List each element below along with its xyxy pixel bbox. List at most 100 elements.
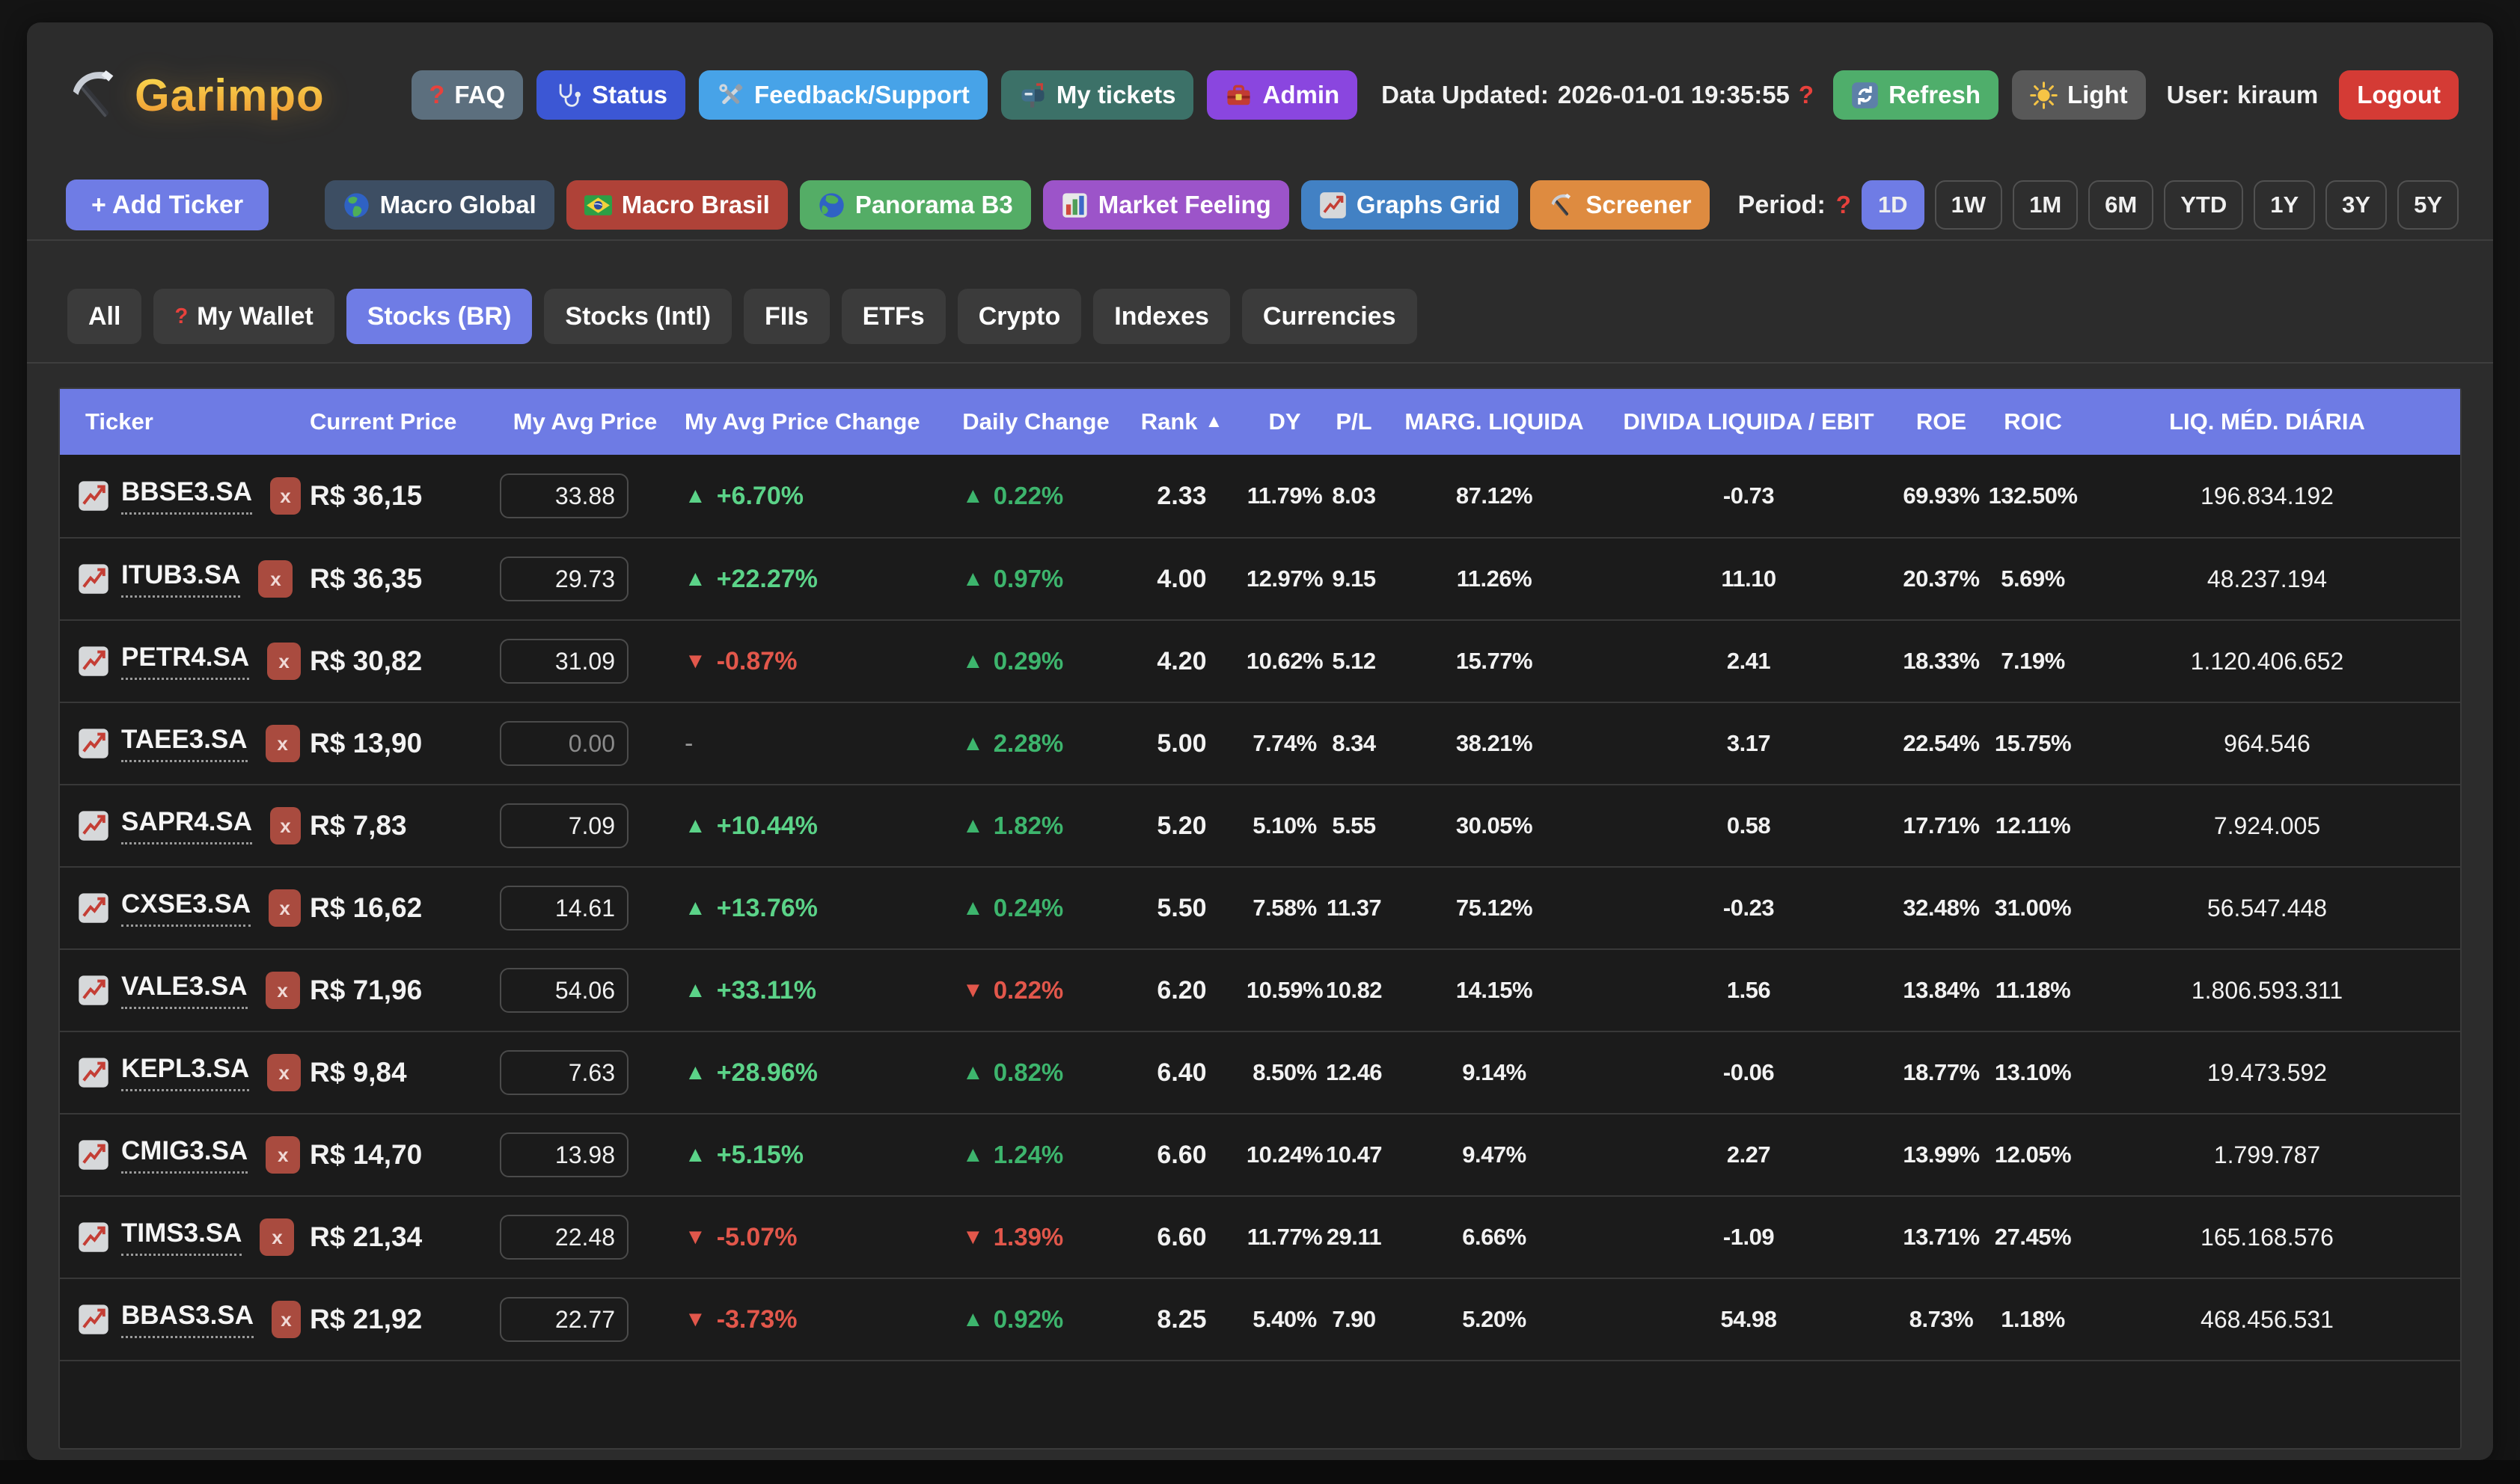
period-ytd-button[interactable]: YTD xyxy=(2164,180,2243,230)
sort-asc-icon[interactable]: ▲ xyxy=(1205,411,1223,432)
column-header-roe[interactable]: ROE xyxy=(1891,389,1992,455)
column-header-marg[interactable]: MARG. LIQUIDA xyxy=(1382,389,1606,455)
remove-ticker-button[interactable]: x xyxy=(270,807,301,844)
tab-crypto[interactable]: Crypto xyxy=(958,289,1082,344)
remove-ticker-button[interactable]: x xyxy=(266,725,300,762)
ticker-link[interactable]: BBAS3.SA xyxy=(121,1301,254,1338)
ticker-link[interactable]: PETR4.SA xyxy=(121,643,249,680)
ticker-link[interactable]: SAPR4.SA xyxy=(121,807,252,844)
pickaxe-icon xyxy=(1548,191,1576,219)
help-icon[interactable]: ? xyxy=(1799,81,1814,109)
add-ticker-button[interactable]: + Add Ticker xyxy=(66,180,269,230)
period-help-icon[interactable]: ? xyxy=(1836,191,1851,219)
avg-price-cell xyxy=(492,1050,679,1095)
avg-price-input[interactable] xyxy=(500,639,629,684)
avg-price-input[interactable] xyxy=(500,721,629,766)
column-header-pl[interactable]: P/L xyxy=(1326,389,1382,455)
avg-price-input[interactable] xyxy=(500,803,629,848)
column-header-ticker[interactable]: Ticker xyxy=(60,389,301,455)
column-header-daily_change[interactable]: Daily Change xyxy=(952,389,1120,455)
period-1d-button[interactable]: 1D xyxy=(1862,180,1924,230)
status-button[interactable]: Status xyxy=(536,70,685,120)
faq-button[interactable]: ? FAQ xyxy=(412,70,524,120)
sun-icon xyxy=(2030,82,2058,109)
avg-price-input[interactable] xyxy=(500,556,629,601)
tab-stocks-intl[interactable]: Stocks (Intl) xyxy=(544,289,732,344)
column-header-avg_change[interactable]: My Avg Price Change xyxy=(679,389,952,455)
ticker-link[interactable]: TAEE3.SA xyxy=(121,725,248,762)
avg-price-input[interactable] xyxy=(500,1050,629,1095)
chart-up-icon xyxy=(78,1056,109,1089)
macro-brasil-button[interactable]: Macro Brasil xyxy=(566,180,788,230)
pl-cell: 9.15 xyxy=(1326,565,1382,592)
theme-toggle-button[interactable]: Light xyxy=(2012,70,2146,120)
tab-indexes[interactable]: Indexes xyxy=(1093,289,1230,344)
remove-ticker-button[interactable]: x xyxy=(266,1136,300,1174)
column-header-liq[interactable]: LIQ. MÉD. DIÁRIA xyxy=(2074,389,2460,455)
period-5y-button[interactable]: 5Y xyxy=(2397,180,2459,230)
feedback-support-button[interactable]: Feedback/Support xyxy=(699,70,988,120)
remove-ticker-button[interactable]: x xyxy=(272,1301,301,1338)
avg-price-input[interactable] xyxy=(500,1215,629,1260)
period-1y-button[interactable]: 1Y xyxy=(2254,180,2315,230)
market-feeling-button[interactable]: Market Feeling xyxy=(1043,180,1289,230)
mailbox-icon xyxy=(1019,82,1047,109)
admin-button[interactable]: Admin xyxy=(1207,70,1357,120)
remove-ticker-button[interactable]: x xyxy=(266,972,300,1009)
period-1m-button[interactable]: 1M xyxy=(2013,180,2078,230)
chart-up-icon xyxy=(78,479,109,512)
avg-price-change-value: +6.70% xyxy=(717,482,804,511)
remove-ticker-button[interactable]: x xyxy=(267,1054,301,1091)
ticker-link[interactable]: VALE3.SA xyxy=(121,972,248,1009)
remove-ticker-button[interactable]: x xyxy=(267,643,301,680)
daily-change-value: 0.97% xyxy=(994,565,1064,593)
ticker-link[interactable]: CMIG3.SA xyxy=(121,1136,248,1174)
period-3y-button[interactable]: 3Y xyxy=(2325,180,2387,230)
avg-price-change-value: +28.96% xyxy=(717,1058,818,1088)
table-row: ITUB3.SA x R$ 36,35 ▲ +22.27% ▲ 0.97% 4.… xyxy=(60,537,2460,619)
logout-button[interactable]: Logout xyxy=(2339,70,2459,120)
avg-price-change-cell: - xyxy=(679,729,952,758)
roic-cell: 13.10% xyxy=(1992,1059,2074,1086)
ticker-link[interactable]: TIMS3.SA xyxy=(121,1218,242,1256)
ticker-link[interactable]: BBSE3.SA xyxy=(121,477,252,515)
avg-price-input[interactable] xyxy=(500,473,629,518)
remove-ticker-button[interactable]: x xyxy=(260,1218,294,1256)
daily-change-cell: ▲ 0.22% xyxy=(952,482,1120,510)
tab-stocks-br[interactable]: Stocks (BR) xyxy=(346,289,533,344)
ticker-link[interactable]: CXSE3.SA xyxy=(121,889,251,927)
graphs-grid-button[interactable]: Graphs Grid xyxy=(1301,180,1519,230)
roe-cell: 69.93% xyxy=(1891,482,1992,509)
avg-price-input[interactable] xyxy=(500,1297,629,1342)
my-tickets-button[interactable]: My tickets xyxy=(1001,70,1194,120)
remove-ticker-button[interactable]: x xyxy=(269,889,301,927)
change-arrow-icon: ▼ xyxy=(962,978,984,1003)
column-header-avg_price[interactable]: My Avg Price xyxy=(492,389,679,455)
avg-price-input[interactable] xyxy=(500,886,629,930)
bar-chart-icon xyxy=(1061,191,1089,219)
column-header-rank[interactable]: Rank ▲ xyxy=(1120,389,1244,455)
macro-global-button[interactable]: Macro Global xyxy=(325,180,554,230)
ticker-link[interactable]: ITUB3.SA xyxy=(121,560,240,598)
panorama-b3-button[interactable]: Panorama B3 xyxy=(800,180,1031,230)
remove-ticker-button[interactable]: x xyxy=(270,477,301,515)
avg-price-input[interactable] xyxy=(500,1132,629,1177)
column-header-roic[interactable]: ROIC xyxy=(1992,389,2074,455)
screener-button[interactable]: Screener xyxy=(1530,180,1709,230)
ticker-link[interactable]: KEPL3.SA xyxy=(121,1054,249,1091)
period-6m-button[interactable]: 6M xyxy=(2088,180,2153,230)
column-header-dy[interactable]: DY xyxy=(1244,389,1326,455)
tab-currencies[interactable]: Currencies xyxy=(1242,289,1417,344)
daily-change-cell: ▲ 0.24% xyxy=(952,894,1120,922)
tab-etfs[interactable]: ETFs xyxy=(842,289,946,344)
tab-fiis[interactable]: FIIs xyxy=(744,289,830,344)
avg-price-input[interactable] xyxy=(500,968,629,1013)
column-header-divida[interactable]: DIVIDA LIQUIDA / EBIT xyxy=(1606,389,1891,455)
tab-all[interactable]: All xyxy=(67,289,141,344)
remove-ticker-button[interactable]: x xyxy=(258,560,293,598)
tab-my-wallet[interactable]: ? My Wallet xyxy=(153,289,334,344)
refresh-button[interactable]: Refresh xyxy=(1833,70,1998,120)
avg-price-change-cell: ▲ +28.96% xyxy=(679,1058,952,1088)
column-header-current_price[interactable]: Current Price xyxy=(301,389,492,455)
period-1w-button[interactable]: 1W xyxy=(1935,180,2003,230)
